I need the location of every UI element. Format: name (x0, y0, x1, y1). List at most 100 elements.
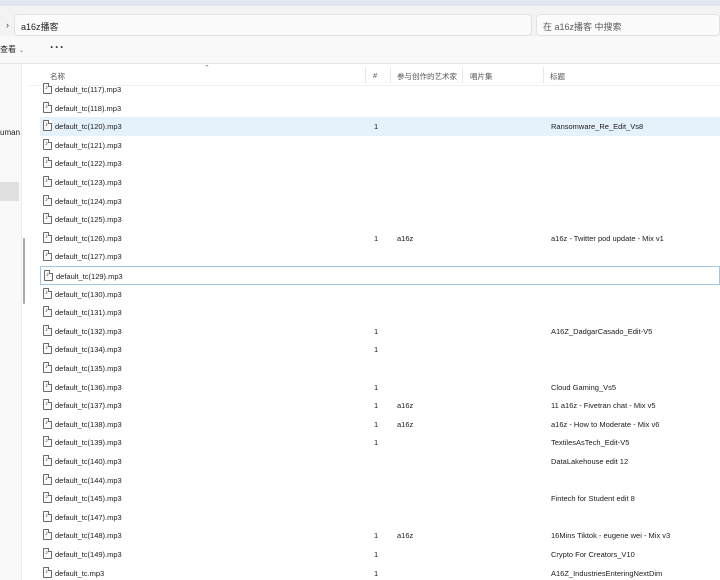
file-row[interactable]: default_tc(121).mp3 (40, 136, 720, 155)
file-row[interactable]: default_tc(123).mp3 (40, 173, 720, 192)
file-name: default_tc(120).mp3 (55, 122, 122, 132)
audio-file-icon (43, 324, 52, 336)
track-number: 1 (374, 233, 379, 243)
file-name: default_tc(140).mp3 (55, 457, 122, 466)
file-name: default_tc(124).mp3 (55, 196, 122, 206)
audio-file-icon (43, 231, 52, 243)
audio-file-icon (43, 399, 52, 411)
file-name: default_tc(135).mp3 (55, 364, 122, 373)
track-title: A16Z_IndustriesEnteringNextDim (551, 568, 663, 578)
file-row[interactable]: default_tc(131).mp3 (40, 303, 720, 322)
file-name: default_tc(147).mp3 (55, 512, 122, 522)
file-row[interactable]: default_tc(132).mp3 1 A16Z_DadgarCasado_Ed… (40, 322, 720, 341)
file-name: default_tc(131).mp3 (55, 308, 122, 318)
audio-file-icon (43, 194, 52, 206)
track-title: TextilesAsTech_Edit-V5 (551, 438, 630, 448)
file-row[interactable]: default_tc(126).mp3 1 a16z a16z - Twitter p… (40, 229, 720, 248)
track-number: 1 (374, 401, 379, 411)
file-name: default_tc(149).mp3 (55, 550, 122, 559)
column-number[interactable]: # (373, 71, 377, 80)
file-row[interactable]: default_tc(134).mp3 1 (40, 340, 720, 359)
audio-file-icon (43, 473, 52, 485)
track-title: 16Mins Tiktok - eugene wei - Mix v3 (551, 531, 671, 541)
file-row[interactable]: default_tc.mp3 1 A16Z_IndustriesEnteringNe… (40, 564, 720, 580)
audio-file-icon (43, 362, 52, 373)
track-number: 1 (374, 531, 379, 541)
audio-file-icon (43, 343, 52, 355)
audio-file-icon (43, 101, 52, 113)
nav-item-fragment[interactable]: uman (0, 128, 20, 137)
file-row[interactable]: default_tc(140).mp3 DataLakehouse edit 12 (40, 452, 720, 471)
audio-file-icon (43, 213, 52, 225)
audio-file-icon (43, 138, 52, 150)
file-name: default_tc(138).mp3 (55, 419, 122, 429)
file-row[interactable]: default_tc(127).mp3 (40, 247, 720, 266)
file-row[interactable]: default_tc(124).mp3 (40, 192, 720, 211)
chevron-down-icon: ⌄ (19, 48, 25, 54)
file-row[interactable]: default_tc(136).mp3 1 Cloud Gaming_Vs5 (40, 378, 720, 397)
file-row[interactable]: default_tc(147).mp3 (40, 508, 720, 527)
track-title: Cloud Gaming_Vs5 (551, 382, 617, 392)
contributing-artist: a16z (397, 531, 414, 541)
address-toolbar: › a16z播客 在 a16z播客 中搜索 (0, 6, 720, 36)
file-name: default_tc(117).mp3 (55, 85, 122, 94)
contributing-artist: a16z (397, 401, 414, 411)
file-name: default_tc(136).mp3 (55, 382, 122, 392)
file-row[interactable]: default_tc(135).mp3 (40, 359, 720, 378)
search-placeholder: 在 a16z播客 中搜索 (543, 22, 622, 32)
file-row[interactable]: default_tc(118).mp3 (40, 99, 720, 118)
audio-file-icon (43, 566, 52, 578)
file-row[interactable]: default_tc(144).mp3 (40, 471, 720, 490)
audio-file-icon (43, 250, 52, 262)
audio-file-icon (43, 157, 52, 169)
file-row[interactable]: default_tc(148).mp3 1 a16z 16Mins Tiktok - … (40, 526, 720, 545)
view-label: 查看 (0, 45, 16, 54)
contributing-artist: a16z (397, 233, 414, 243)
audio-file-icon (43, 510, 52, 522)
file-row[interactable]: default_tc(117).mp3 (40, 80, 720, 99)
nav-scrollbar[interactable] (23, 238, 25, 304)
file-name: default_tc(127).mp3 (55, 252, 122, 262)
navigation-pane (0, 64, 22, 580)
track-title: 11 a16z - Fivetran chat - Mix v5 (551, 401, 656, 411)
track-title: a16z - Twitter pod update - Mix v1 (551, 233, 664, 243)
file-row[interactable]: default_tc(122).mp3 (40, 154, 720, 173)
track-title: a16z - How to Moderate - Mix v6 (551, 419, 660, 429)
view-button[interactable]: 查看 ⌄ (0, 44, 24, 55)
track-title: DataLakehouse edit 12 (551, 457, 629, 466)
track-title: Ransomware_Re_Edit_Vs8 (551, 122, 644, 132)
file-name: default_tc(132).mp3 (55, 326, 122, 336)
track-number: 1 (374, 568, 379, 578)
track-title: Crypto For Creators_V10 (551, 550, 635, 559)
audio-file-icon (43, 380, 52, 392)
audio-file-icon (43, 529, 52, 541)
file-row[interactable]: default_tc(129).mp3 (40, 266, 720, 285)
audio-file-icon (43, 306, 52, 318)
audio-file-icon (43, 120, 52, 132)
file-row[interactable]: default_tc(137).mp3 1 a16z 11 a16z - Fivetr… (40, 396, 720, 415)
track-number: 1 (374, 550, 379, 559)
more-options-button[interactable]: ··· (50, 40, 65, 54)
track-number: 1 (374, 382, 379, 392)
track-number: 1 (374, 438, 379, 448)
audio-file-icon (43, 455, 52, 466)
search-box[interactable]: 在 a16z播客 中搜索 (536, 14, 720, 36)
file-name: default_tc(121).mp3 (55, 140, 122, 150)
address-bar[interactable]: a16z播客 (14, 14, 532, 36)
file-name: default_tc(134).mp3 (55, 345, 122, 355)
address-path[interactable]: a16z播客 (21, 20, 59, 33)
file-name: default_tc(125).mp3 (55, 215, 122, 225)
file-row[interactable]: default_tc(130).mp3 (40, 285, 720, 304)
file-row[interactable]: default_tc(145).mp3 Fintech for Student e… (40, 489, 720, 508)
chevron-right-icon[interactable]: › (6, 20, 9, 30)
file-row[interactable]: default_tc(125).mp3 (40, 210, 720, 229)
nav-item-selected[interactable] (0, 182, 19, 201)
file-name: default_tc(126).mp3 (55, 233, 122, 243)
contributing-artist: a16z (397, 419, 414, 429)
audio-file-icon (43, 83, 52, 94)
file-row[interactable]: default_tc(139).mp3 1 TextilesAsTech_Edit-… (40, 433, 720, 452)
file-name: default_tc(122).mp3 (55, 159, 122, 169)
file-row[interactable]: default_tc(149).mp3 1 Crypto For Creators_… (40, 545, 720, 564)
file-row[interactable]: default_tc(120).mp3 1 Ransomware_Re_Edit_V… (40, 117, 720, 136)
file-row[interactable]: default_tc(138).mp3 1 a16z a16z - How to Mo… (40, 415, 720, 434)
